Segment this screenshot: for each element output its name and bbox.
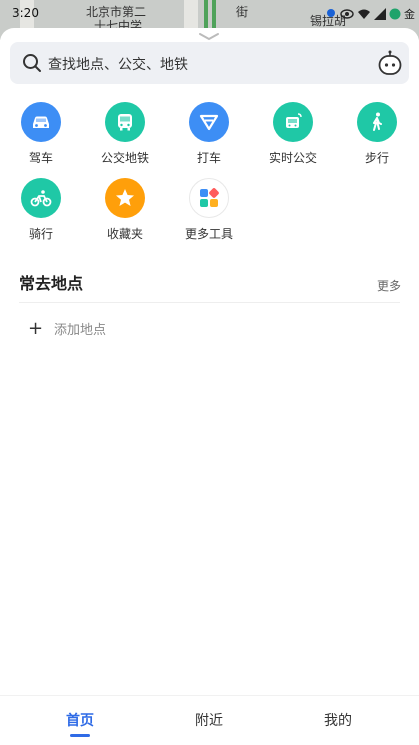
tab-label: 附近 (195, 713, 223, 729)
tab-label: 首页 (66, 713, 94, 729)
eye-icon (340, 9, 354, 19)
add-place-label: 添加地点 (54, 323, 107, 338)
assistant-robot-icon[interactable] (377, 50, 403, 76)
section-divider (19, 302, 400, 303)
status-time: 3:20 (12, 6, 39, 20)
bike-icon (21, 178, 61, 218)
wifi-icon (358, 9, 370, 19)
quick-action-more-tools[interactable]: 更多工具 (168, 178, 250, 242)
taxi-icon (189, 102, 229, 142)
frequent-places-more-link[interactable]: 更多 (377, 277, 401, 294)
quick-action-drive[interactable]: 驾车 (0, 102, 82, 166)
quick-action-label: 实时公交 (268, 151, 317, 165)
quick-action-label: 步行 (364, 151, 389, 165)
car-icon (21, 102, 61, 142)
status-carrier-text: 金 (404, 8, 415, 21)
sheet-handle-icon[interactable] (198, 31, 220, 41)
add-place-button[interactable]: + 添加地点 (28, 318, 106, 339)
tab-active-indicator (70, 734, 90, 737)
location-icon (327, 9, 335, 17)
search-bar[interactable]: 查找地点、公交、地铁 (10, 42, 409, 84)
quick-action-walk[interactable]: 步行 (336, 102, 418, 166)
quick-action-label: 驾车 (28, 151, 53, 165)
apps-icon (189, 178, 229, 218)
quick-action-transit[interactable]: 公交地铁 (84, 102, 166, 166)
frequent-places-title: 常去地点 (19, 274, 84, 293)
search-placeholder[interactable]: 查找地点、公交、地铁 (48, 54, 188, 74)
quick-action-label: 骑行 (28, 227, 53, 241)
realtime-bus-icon (273, 102, 313, 142)
quick-action-label: 打车 (196, 151, 221, 165)
quick-action-label: 公交地铁 (100, 151, 149, 165)
app-badge-icon (389, 8, 401, 20)
tab-mine[interactable]: 我的 (308, 710, 368, 730)
tab-label: 我的 (324, 713, 352, 729)
plus-icon: + (28, 318, 44, 339)
signal-icon (374, 8, 386, 20)
quick-action-taxi[interactable]: 打车 (168, 102, 250, 166)
bottom-sheet: 查找地点、公交、地铁 驾车 公交地铁 打车 实时公交 步行 骑行 收藏夹 更多工… (0, 28, 419, 745)
quick-action-bike[interactable]: 骑行 (0, 178, 82, 242)
tab-nearby[interactable]: 附近 (179, 710, 239, 730)
quick-action-label: 更多工具 (184, 227, 233, 241)
status-bar: 3:20 金 (0, 4, 419, 26)
tab-home[interactable]: 首页 (50, 710, 110, 737)
quick-action-label: 收藏夹 (106, 227, 143, 241)
bus-icon (105, 102, 145, 142)
search-icon (23, 54, 41, 72)
bottom-tab-bar: 首页 附近 我的 (0, 695, 419, 745)
quick-action-realtime-bus[interactable]: 实时公交 (252, 102, 334, 166)
status-icons: 金 (325, 6, 415, 22)
walk-icon (357, 102, 397, 142)
star-icon (105, 178, 145, 218)
quick-action-favorites[interactable]: 收藏夹 (84, 178, 166, 242)
